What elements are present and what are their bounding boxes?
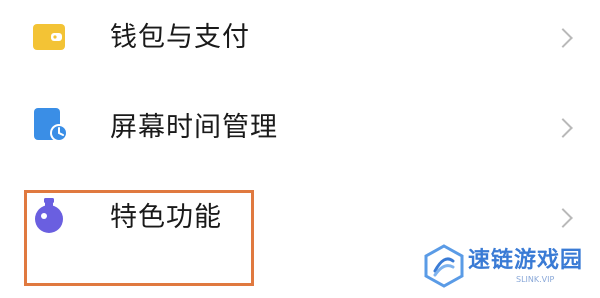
watermark: 速链游戏园 SLINK.VIP [418, 240, 600, 298]
screen-time-icon [34, 108, 70, 148]
watermark-subtext: SLINK.VIP [516, 275, 555, 284]
settings-item-label: 屏幕时间管理 [110, 112, 278, 143]
settings-item-screen-time[interactable]: 屏幕时间管理 [0, 88, 600, 168]
chevron-right-icon [553, 208, 573, 228]
settings-item-wallet-payment[interactable]: 钱包与支付 [0, 0, 600, 80]
settings-item-label: 钱包与支付 [110, 22, 250, 53]
watermark-logo-icon [424, 244, 464, 292]
watermark-text: 速链游戏园 [468, 248, 584, 273]
chevron-right-icon [553, 118, 573, 138]
highlight-box [24, 190, 254, 286]
settings-page: 钱包与支付 屏幕时间管理 特色功能 速链游戏园 SLINK.VIP [0, 0, 600, 298]
wallet-icon [33, 24, 65, 54]
chevron-right-icon [553, 28, 573, 48]
